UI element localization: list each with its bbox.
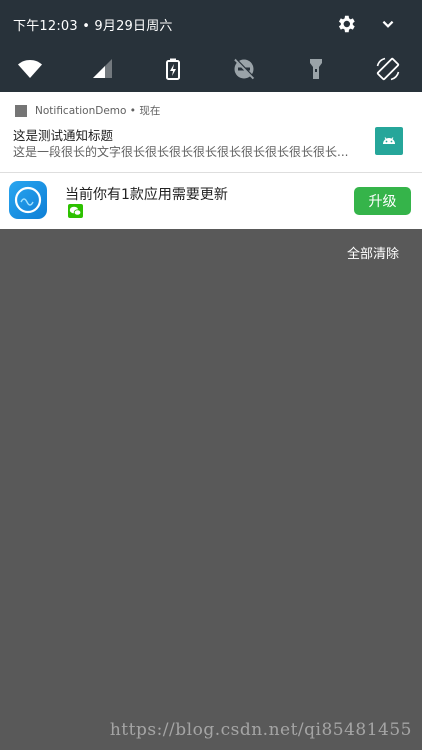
flashlight-icon[interactable]: [303, 56, 329, 82]
wifi-icon[interactable]: [17, 56, 43, 82]
status-bar: 下午12:03 • 9月29日周六: [0, 0, 422, 46]
settings-gear-icon[interactable]: [335, 13, 357, 35]
notification-card-demo[interactable]: NotificationDemo • 现在 这是测试通知标题 这是一段很长的文字…: [0, 92, 422, 172]
battery-charging-icon[interactable]: [160, 56, 186, 82]
notification-shade-header: 下午12:03 • 9月29日周六: [0, 0, 422, 92]
clear-all-button[interactable]: 全部清除: [347, 243, 399, 262]
do-not-disturb-off-icon[interactable]: [231, 56, 257, 82]
expand-chevron-icon[interactable]: [377, 13, 399, 35]
upgrade-button[interactable]: 升级: [354, 187, 411, 215]
cellular-signal-icon[interactable]: [90, 56, 116, 82]
notification-title: 这是测试通知标题: [13, 128, 114, 143]
status-datetime: 下午12:03 • 9月29日周六: [13, 19, 173, 34]
wechat-icon: [68, 204, 83, 218]
auto-rotate-icon[interactable]: [375, 56, 401, 82]
notification-text: 这是一段很长的文字很长很长很长很长很长很长很长很长很长...: [13, 145, 349, 159]
notification-card-update[interactable]: 当前你有1款应用需要更新 升级: [0, 173, 422, 229]
small-app-icon: [15, 105, 27, 117]
notification-app-name: NotificationDemo • 现在: [35, 105, 161, 117]
quick-settings-row: [0, 46, 422, 92]
watermark: https://blog.csdn.net/qi85481455: [109, 720, 412, 740]
android-icon: [375, 127, 403, 155]
update-notification-title: 当前你有1款应用需要更新: [65, 187, 228, 203]
nxc-app-icon: [9, 181, 47, 219]
